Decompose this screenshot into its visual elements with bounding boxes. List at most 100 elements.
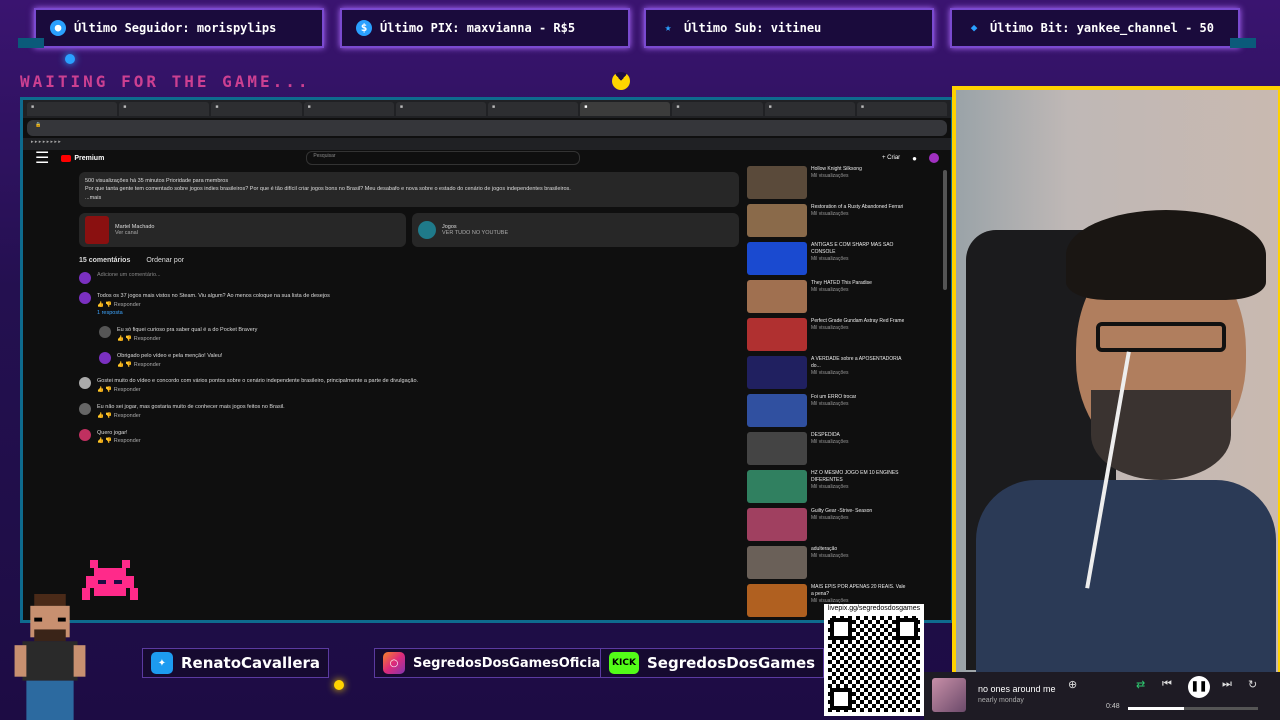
song-time: 0:48 xyxy=(1106,703,1120,710)
comment-actions: 👍 👎 Responder xyxy=(97,438,141,445)
reply-button[interactable]: Responder xyxy=(134,362,161,368)
next-icon[interactable]: ⏭ xyxy=(1222,678,1232,691)
recommended-video[interactable]: Hollow Knight Silksong Mil visualizações xyxy=(747,166,907,202)
stat-sub: ★ Último Sub: vitineu xyxy=(644,8,934,48)
recommended-video[interactable]: HZ O MESMO JOGO EM 10 ENGINES DIFERENTES… xyxy=(747,470,907,506)
video-title: Guilty Gear -Strive- Season xyxy=(811,508,873,514)
add-icon[interactable]: ⊕ xyxy=(1068,678,1077,691)
recommended-video[interactable]: Restoration of a Rusty Abandoned Ferrari… xyxy=(747,204,907,240)
recommended-video[interactable]: Perfect Grade Gundam Astray Red Frame Mil… xyxy=(747,318,907,354)
shuffle-icon[interactable]: ⇄ xyxy=(1136,678,1145,691)
avatar xyxy=(79,271,91,284)
pacman-icon xyxy=(612,72,630,90)
add-comment[interactable]: Adicione um comentário... xyxy=(79,271,739,284)
browser-tab[interactable]: ■ xyxy=(395,102,487,116)
video-thumbnail xyxy=(747,394,807,427)
browser-tab[interactable]: ■ xyxy=(672,102,763,116)
comment: Gostei muito do vídeo e concordo com vár… xyxy=(79,377,739,395)
glow-dot xyxy=(65,54,75,64)
description-cards: Martel Machado Ver canal Jogos VER TUDO … xyxy=(79,212,739,247)
browser-tab[interactable]: ■ xyxy=(303,102,394,116)
video-thumbnail xyxy=(747,242,807,275)
avatar[interactable] xyxy=(929,153,939,163)
video-meta: Mil visualizações xyxy=(811,173,849,179)
sort-button[interactable]: Ordenar por xyxy=(146,257,184,264)
card-sub: Ver canal xyxy=(115,229,138,236)
browser-tab-active[interactable]: ■ xyxy=(580,102,671,116)
qr-finder xyxy=(830,618,852,640)
progress-bar[interactable] xyxy=(1128,707,1258,710)
browser-tab[interactable]: ■ xyxy=(856,102,948,116)
comments-count: 15 comentários xyxy=(79,256,131,264)
stat-pix-label: Último PIX: maxvianna - R$5 xyxy=(380,21,576,35)
recommended-list: Hollow Knight Silksong Mil visualizações … xyxy=(747,166,907,620)
avatar xyxy=(79,402,91,415)
menu-icon[interactable]: ☰ xyxy=(35,148,49,168)
song-artist: nearly monday xyxy=(978,697,1024,704)
replies-toggle[interactable]: 1 resposta xyxy=(97,309,330,318)
video-title: They HATED This Paradise xyxy=(811,280,872,286)
add-comment-input[interactable]: Adicione um comentário... xyxy=(97,272,161,284)
bookmarks-bar: ▸ ▸ ▸ ▸ ▸ ▸ ▸ ▸ xyxy=(23,138,951,150)
qr-finder xyxy=(830,688,852,710)
reply-button[interactable]: Responder xyxy=(114,302,141,308)
youtube-logo[interactable]: Premium xyxy=(61,154,104,162)
comment: Eu não sei jogar, mas gostaria muito de … xyxy=(79,402,739,421)
reply-button[interactable]: Responder xyxy=(114,438,141,444)
video-title: DESPEDIDA xyxy=(811,432,840,438)
comment-actions: 👍 👎 Responder xyxy=(117,361,161,368)
stat-bit: ◆ Último Bit: yankee_channel - 50 xyxy=(950,8,1240,48)
scrollbar[interactable] xyxy=(943,170,947,290)
user-icon: ● xyxy=(50,20,66,36)
browser-tab[interactable]: ■ xyxy=(27,102,118,116)
video-meta: Mil visualizações xyxy=(811,553,849,559)
album-art xyxy=(932,678,966,712)
recommended-video[interactable]: adulteração Mil visualizações xyxy=(747,546,907,582)
comment-reply: Eu só fiquei curioso pra saber qual é a … xyxy=(99,326,739,344)
livepix-qr[interactable]: livepix.gg/segredosdosgames xyxy=(824,604,924,716)
previous-icon[interactable]: ⏮ xyxy=(1162,678,1172,691)
browser-tab[interactable]: ■ xyxy=(119,102,210,116)
stat-follower: ● Último Seguidor: morispylips xyxy=(34,8,324,48)
video-thumbnail xyxy=(747,280,807,313)
browser-tab[interactable]: ■ xyxy=(488,102,579,116)
browser-tab[interactable]: ■ xyxy=(211,102,302,116)
create-button[interactable]: + Criar xyxy=(882,155,900,161)
recommended-video[interactable]: A VERDADE sobre a APOSENTADORIA do... Mil… xyxy=(747,356,907,392)
pause-button[interactable]: ❚❚ xyxy=(1188,676,1210,698)
video-meta: Mil visualizações xyxy=(811,401,849,407)
stat-follower-label: Último Seguidor: morispylips xyxy=(74,21,277,35)
video-title: A VERDADE sobre a APOSENTADORIA do... xyxy=(811,356,902,369)
description-more[interactable]: ...mais xyxy=(85,194,733,202)
search-input[interactable]: Pesquisar xyxy=(306,151,581,165)
reply-button[interactable]: Responder xyxy=(114,387,141,393)
recommended-video[interactable]: Foi um ERRO trocar Mil visualizações xyxy=(747,394,907,430)
kick-name: SegredosDosGames xyxy=(647,654,816,672)
deco-bar xyxy=(1230,38,1256,48)
recommended-video[interactable]: They HATED This Paradise Mil visualizaçõe… xyxy=(747,280,907,316)
browser-tab[interactable]: ■ xyxy=(764,102,855,116)
channel-card[interactable]: Martel Machado Ver canal xyxy=(79,212,406,247)
space-invader-icon xyxy=(82,560,138,600)
qr-finder xyxy=(896,618,918,640)
video-main: 500 visualizações há 35 minutos Priorida… xyxy=(79,166,739,620)
games-card[interactable]: Jogos VER TUDO NO YOUTUBE xyxy=(412,212,739,247)
video-description[interactable]: 500 visualizações há 35 minutos Priorida… xyxy=(79,172,739,207)
bell-icon[interactable]: ● xyxy=(912,154,917,163)
recommended-video[interactable]: ANTIGAS E COM SHARP MAS SÃO CONSOLE Mil v… xyxy=(747,242,907,278)
video-title: Perfect Grade Gundam Astray Red Frame xyxy=(811,318,905,324)
address-bar[interactable]: 🔒 xyxy=(27,120,947,136)
recommended-video[interactable]: Guilty Gear -Strive- Season Mil visualiza… xyxy=(747,508,907,544)
reply-button[interactable]: Responder xyxy=(114,413,141,419)
music-player: no ones around me nearly monday ⊕ ⇄ ⏮ ❚❚… xyxy=(924,672,1280,720)
reply-button[interactable]: Responder xyxy=(134,336,161,342)
recommended-video[interactable]: DESPEDIDA Mil visualizações xyxy=(747,432,907,468)
stat-pix: $ Último PIX: maxvianna - R$5 xyxy=(340,8,630,48)
comment-reply: Obrigado pelo vídeo e pela menção! Valeu… xyxy=(99,351,739,370)
repeat-icon[interactable]: ↻ xyxy=(1248,678,1257,691)
video-thumbnail xyxy=(747,584,807,617)
comment: Todos os 37 jogos mais vistos no Steam. … xyxy=(79,291,739,318)
comment-text: Obrigado pelo vídeo e pela menção! Valeu… xyxy=(117,352,223,359)
video-thumbnail xyxy=(747,356,807,389)
pixel-character-sprite xyxy=(14,594,86,720)
